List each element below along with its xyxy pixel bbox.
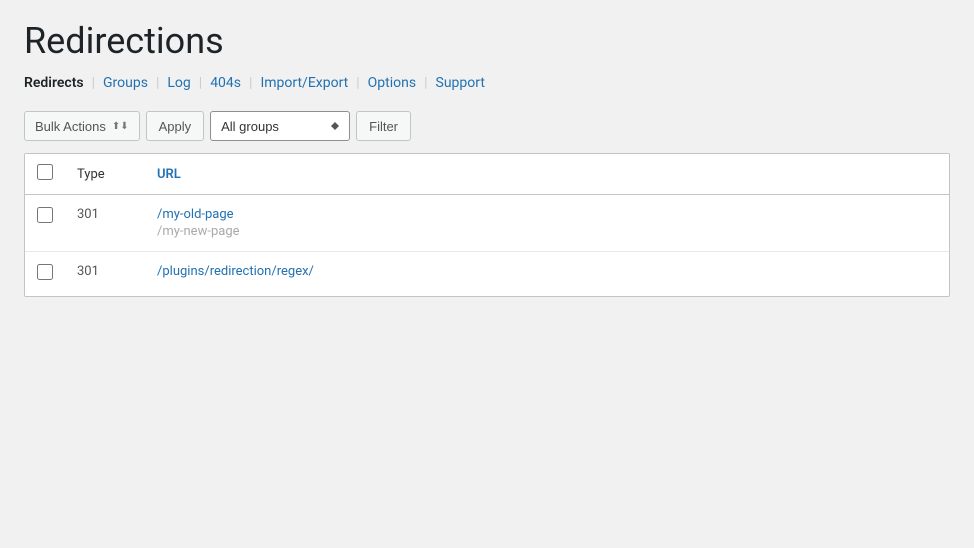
header-checkbox-cell [25, 154, 65, 195]
groups-select-wrapper: All groups [210, 111, 350, 141]
redirects-table: Type URL 301 /my-old-page /my-new-page [25, 154, 949, 296]
apply-button[interactable]: Apply [146, 111, 205, 141]
table-header-row: Type URL [25, 154, 949, 195]
nav-sep-5: | [356, 75, 359, 91]
groups-select[interactable]: All groups [210, 111, 350, 141]
tab-groups[interactable]: Groups [103, 75, 148, 91]
row-checkbox-cell-1 [25, 195, 65, 252]
page-title: Redirections [24, 20, 950, 63]
nav-sep-3: | [199, 75, 202, 91]
nav-tabs: Redirects | Groups | Log | 404s | Import… [24, 75, 950, 91]
bulk-actions-button[interactable]: Bulk Actions ⬆⬇ [24, 111, 140, 141]
nav-sep-2: | [156, 75, 159, 91]
tab-import-export[interactable]: Import/Export [260, 75, 348, 91]
tab-redirects[interactable]: Redirects [24, 75, 84, 91]
header-type: Type [65, 154, 145, 195]
tab-log[interactable]: Log [167, 75, 190, 91]
row-checkbox-1[interactable] [37, 207, 53, 223]
tab-support[interactable]: Support [436, 75, 485, 91]
header-url: URL [145, 154, 949, 195]
sort-icon: ⬆⬇ [112, 121, 129, 132]
row-url-cell-2: /plugins/redirection/regex/ [145, 252, 949, 297]
toolbar: Bulk Actions ⬆⬇ Apply All groups Filter [24, 111, 950, 141]
table-row: 301 /my-old-page /my-new-page [25, 195, 949, 252]
bulk-actions-label: Bulk Actions [35, 119, 106, 134]
row-type-1: 301 [65, 195, 145, 252]
row-url-primary-1[interactable]: /my-old-page [157, 207, 937, 222]
tab-404s[interactable]: 404s [210, 75, 241, 91]
row-checkbox-2[interactable] [37, 264, 53, 280]
row-url-primary-2[interactable]: /plugins/redirection/regex/ [157, 264, 937, 279]
select-all-checkbox[interactable] [37, 164, 53, 180]
tab-options[interactable]: Options [368, 75, 416, 91]
nav-sep-1: | [92, 75, 95, 91]
row-url-cell-1: /my-old-page /my-new-page [145, 195, 949, 252]
page-wrapper: Redirections Redirects | Groups | Log | … [0, 0, 974, 548]
row-url-secondary-1: /my-new-page [157, 224, 937, 239]
nav-sep-6: | [424, 75, 427, 91]
redirects-table-container: Type URL 301 /my-old-page /my-new-page [24, 153, 950, 297]
filter-button[interactable]: Filter [356, 111, 411, 141]
row-checkbox-cell-2 [25, 252, 65, 297]
table-row: 301 /plugins/redirection/regex/ [25, 252, 949, 297]
nav-sep-4: | [249, 75, 252, 91]
row-type-2: 301 [65, 252, 145, 297]
